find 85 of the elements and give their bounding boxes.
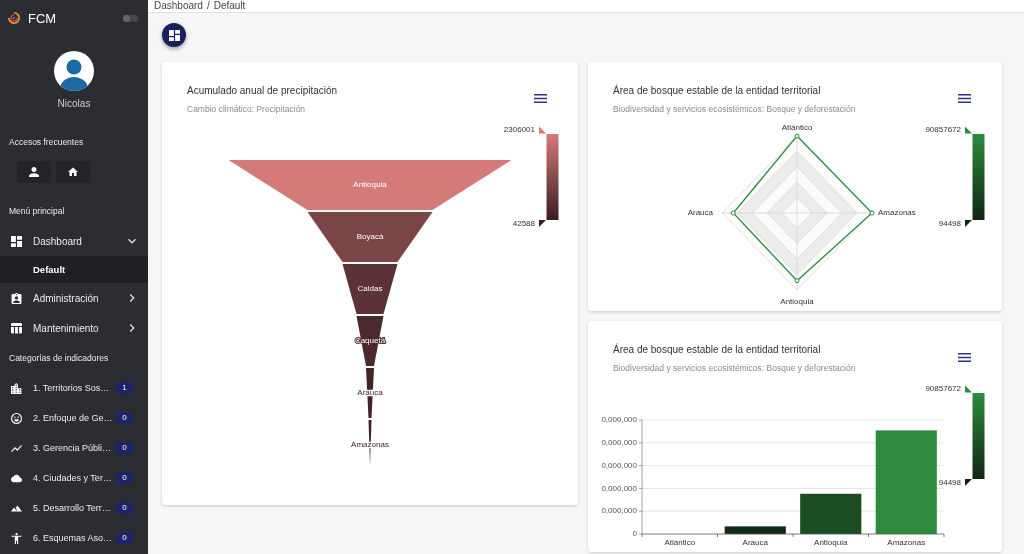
profile-button[interactable] xyxy=(17,161,51,183)
y-axis-label: 0,000,000 xyxy=(601,437,637,447)
funnel-label: Antioquia xyxy=(353,180,387,190)
count-badge: 0 xyxy=(116,412,133,424)
radar-axis-label: Amazonas xyxy=(878,208,916,218)
bar xyxy=(724,526,786,534)
radar-axis-label: Atlántico xyxy=(781,123,813,133)
buildings-icon xyxy=(11,382,22,394)
card-title: Área de bosque estable de la entidad territorial xyxy=(613,344,822,356)
card-title: Área de bosque estable de la entidad territorial xyxy=(613,85,822,97)
max-handle[interactable] xyxy=(965,126,972,134)
radar-point xyxy=(730,210,736,216)
category-item[interactable]: 6. Esquemas Aso… 0 xyxy=(0,523,148,553)
menu-item[interactable]: Mantenimiento xyxy=(0,313,148,343)
cloud-icon xyxy=(11,472,22,484)
max-handle[interactable] xyxy=(539,126,546,134)
section-heading: Accesos frecuentes xyxy=(8,136,85,148)
face-icon xyxy=(11,412,22,424)
user-name: Nicolas xyxy=(56,98,92,110)
layout-button[interactable] xyxy=(162,23,186,47)
menu-icon[interactable] xyxy=(534,94,547,103)
card-subtitle: Biodiversidad y servicios ecosistémicos: Bosque y deforestación xyxy=(613,362,856,374)
home-button[interactable] xyxy=(56,161,90,183)
category-item[interactable]: 1. Territorios Sos… 1 xyxy=(0,373,148,403)
user-icon xyxy=(29,167,39,177)
card-subtitle: Biodiversidad y servicios ecosistémicos: Bosque y deforestación xyxy=(613,103,856,115)
count-badge: 0 xyxy=(116,472,133,484)
min-handle[interactable] xyxy=(539,220,546,227)
radar-axis-label: Arauca xyxy=(687,208,713,218)
radar-point xyxy=(794,278,800,284)
category-item[interactable]: 5. Desarrollo Terr… 0 xyxy=(0,493,148,523)
category-item[interactable]: 4. Ciudades y Ter… 0 xyxy=(0,463,148,493)
bar xyxy=(800,493,862,534)
funnel-label: Caldas xyxy=(357,284,383,294)
x-axis-label: Atlántico xyxy=(664,538,696,548)
category-item[interactable]: 2. Enfoque de Ge… 0 xyxy=(0,403,148,433)
scale-min-label: 94498 xyxy=(938,219,961,229)
dashboard-icon xyxy=(168,29,180,41)
dashboard-icon xyxy=(11,235,22,247)
menu-icon[interactable] xyxy=(958,353,971,362)
min-handle[interactable] xyxy=(965,220,972,227)
x-axis-label: Arauca xyxy=(742,538,768,548)
standing-person-icon xyxy=(11,532,22,544)
person-card-icon xyxy=(11,292,22,304)
menu-item[interactable]: Dashboard xyxy=(0,226,148,256)
breadcrumb-separator: / xyxy=(206,0,210,12)
max-handle[interactable] xyxy=(965,385,972,393)
y-axis-label: 0,000,000 xyxy=(601,415,637,425)
table-icon xyxy=(11,322,22,334)
category-item[interactable]: 3. Gerencia Públi… 0 xyxy=(0,433,148,463)
menu-item[interactable]: Administración xyxy=(0,283,148,313)
y-axis-label: 0,000,000 xyxy=(601,483,637,493)
count-badge: 0 xyxy=(116,502,133,514)
breadcrumb-item[interactable]: Dashboard xyxy=(154,0,203,12)
line-chart-icon xyxy=(11,442,22,454)
count-badge: 0 xyxy=(116,532,133,544)
scale-min-label: 42588 xyxy=(512,219,535,229)
count-badge: 0 xyxy=(116,442,133,454)
y-axis-label: 0,000,000 xyxy=(601,460,637,470)
radar-axis-label: Antioquia xyxy=(780,297,814,307)
funnel-label: Boyacá xyxy=(356,232,384,242)
card-title: Acumulado anual de precipitación xyxy=(187,85,338,97)
card-subtitle: Cambio climático: Precipitación xyxy=(187,103,307,115)
radar-point xyxy=(869,210,875,216)
breadcrumb-item[interactable]: Default xyxy=(213,0,246,12)
count-badge: 1 xyxy=(116,382,133,394)
radar-point xyxy=(794,133,800,139)
spiral-logo-icon xyxy=(8,12,20,24)
scale-max-label: 90857672 xyxy=(925,384,961,394)
submenu-item[interactable]: Default xyxy=(0,256,148,283)
scale-min-label: 94498 xyxy=(938,478,961,488)
x-axis-label: Amazonas xyxy=(887,538,926,548)
user-avatar-icon xyxy=(54,51,94,91)
section-heading: Menú principal xyxy=(8,205,66,217)
scale-max-label: 2306001 xyxy=(503,125,535,135)
min-handle[interactable] xyxy=(965,479,972,486)
toggle-switch[interactable] xyxy=(123,14,138,22)
x-axis-label: Antioquia xyxy=(814,538,848,548)
scale-max-label: 90857672 xyxy=(925,125,961,135)
y-axis-label: 0 xyxy=(632,529,637,539)
home-icon xyxy=(68,167,78,177)
y-axis-label: 0,000,000 xyxy=(601,506,637,516)
section-heading: Categorías de indicadores xyxy=(8,352,110,364)
menu-icon[interactable] xyxy=(958,94,971,103)
brand-name: FCM xyxy=(28,10,57,26)
